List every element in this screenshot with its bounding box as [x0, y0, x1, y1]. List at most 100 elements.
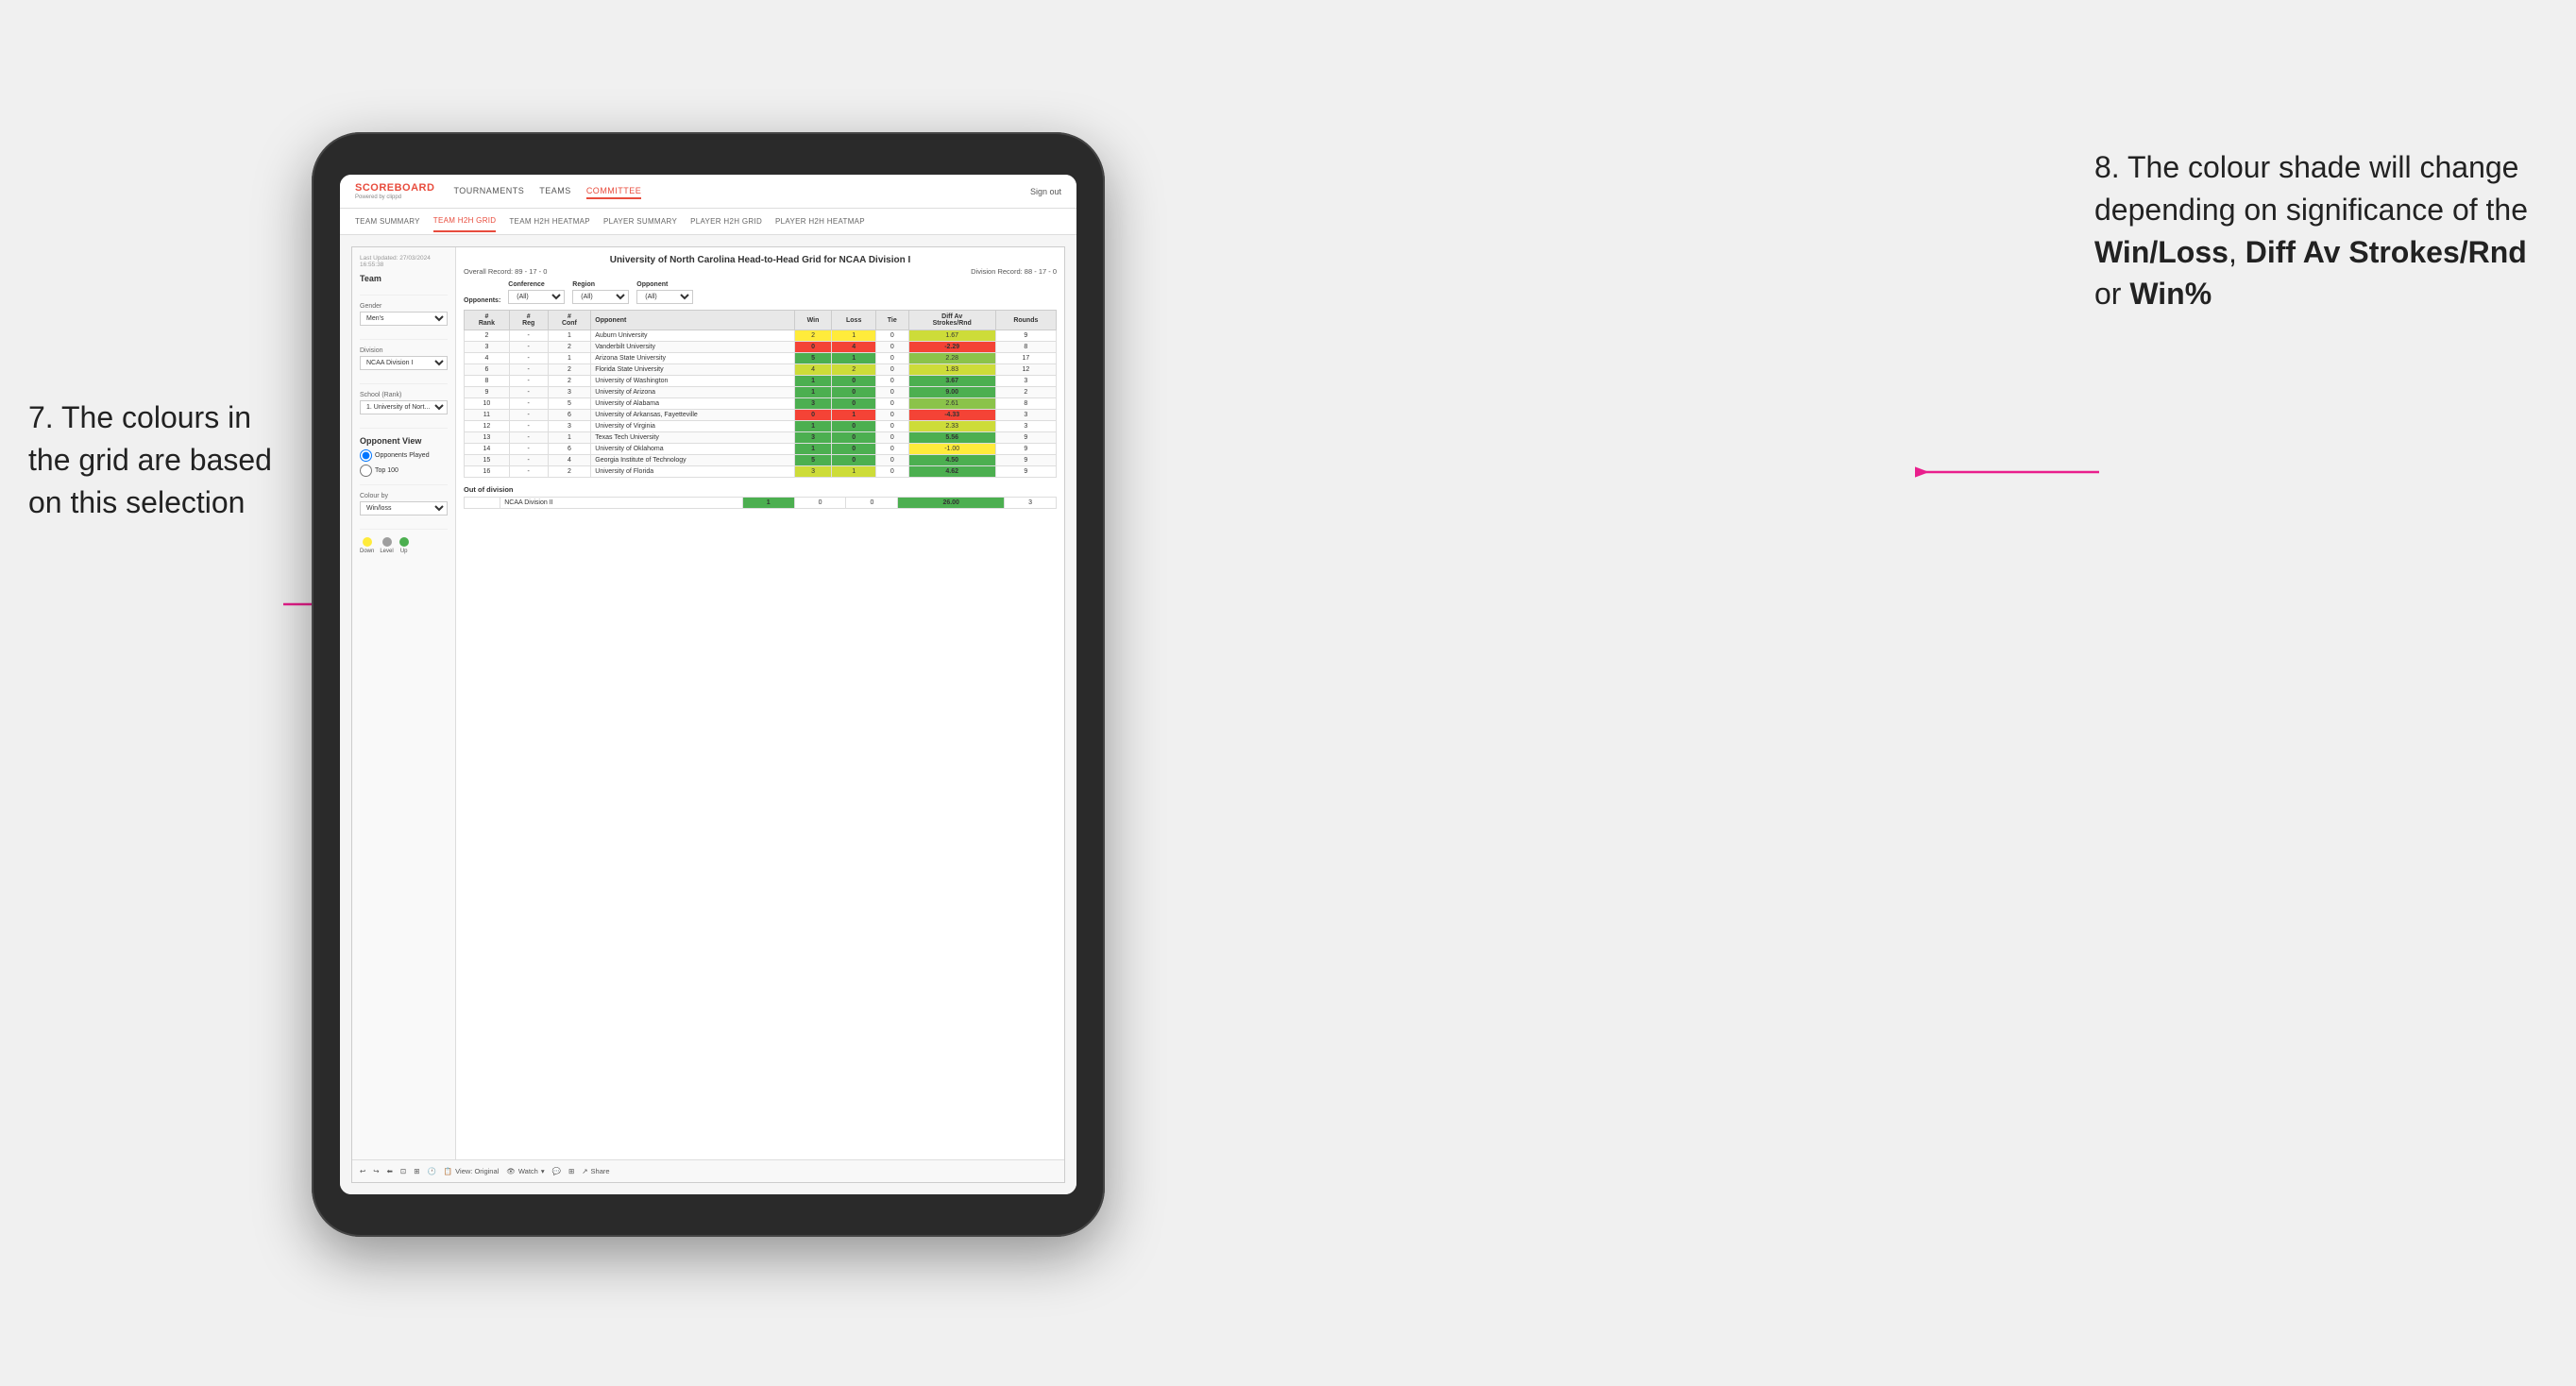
- grid-btn[interactable]: ⊞: [568, 1167, 574, 1175]
- gender-label: Gender: [360, 303, 448, 310]
- view-original-btn[interactable]: 📋 View: Original: [444, 1167, 499, 1175]
- legend-level-dot: [382, 537, 392, 547]
- sub-nav: TEAM SUMMARY TEAM H2H GRID TEAM H2H HEAT…: [340, 209, 1076, 235]
- timestamp: Last Updated: 27/03/2024 16:55:38: [360, 255, 448, 268]
- cell-win: 0: [794, 410, 832, 421]
- cell-win: 2: [794, 330, 832, 342]
- legend: Down Level Up: [360, 537, 448, 554]
- nav-committee[interactable]: COMMITTEE: [586, 184, 642, 199]
- table-row: 15 - 4 Georgia Institute of Technology 5…: [465, 455, 1057, 466]
- cell-conf: 1: [548, 330, 591, 342]
- cell-opponent: Florida State University: [591, 364, 794, 376]
- team-section: Team: [360, 274, 448, 296]
- cell-diff: -1.00: [908, 444, 995, 455]
- clock-btn[interactable]: 🕐: [427, 1167, 435, 1175]
- cell-win: 0: [794, 342, 832, 353]
- out-of-division: Out of division NCAA Division II 1 0 0: [464, 485, 1057, 509]
- legend-down-dot: [363, 537, 372, 547]
- table-header-row: #Rank #Reg #Conf Opponent Win Loss Tie D…: [465, 311, 1057, 330]
- sign-out-link[interactable]: Sign out: [1030, 187, 1061, 196]
- logo: SCOREBOARD Powered by clippd: [355, 182, 434, 199]
- cell-tie: 0: [875, 455, 908, 466]
- region-select[interactable]: (All): [572, 290, 629, 304]
- layout-btn[interactable]: ⊞: [414, 1167, 419, 1175]
- school-select[interactable]: 1. University of Nort...: [360, 400, 448, 414]
- grid-subtitle: Overall Record: 89 - 17 - 0 Division Rec…: [464, 267, 1057, 276]
- cell-win: 4: [794, 364, 832, 376]
- comment-btn[interactable]: 💬: [552, 1167, 561, 1175]
- undo-btn[interactable]: ↩: [360, 1167, 365, 1175]
- redo-btn[interactable]: ↪: [373, 1167, 379, 1175]
- legend-up-dot: [399, 537, 409, 547]
- cell-loss: 1: [832, 330, 875, 342]
- sidebar: Last Updated: 27/03/2024 16:55:38 Team G…: [352, 247, 456, 1159]
- colour-by-section: Colour by Win/loss: [360, 493, 448, 530]
- gender-section: Gender Men's: [360, 303, 448, 340]
- cell-diff: -4.33: [908, 410, 995, 421]
- out-of-division-table: NCAA Division II 1 0 0 26.00 3: [464, 497, 1057, 509]
- cell-opponent: Auburn University: [591, 330, 794, 342]
- cell-loss: 0: [832, 444, 875, 455]
- legend-up: Up: [399, 537, 409, 554]
- gender-select[interactable]: Men's: [360, 312, 448, 326]
- table-row: 6 - 2 Florida State University 4 2 0 1.8…: [465, 364, 1057, 376]
- cell-win: 1: [794, 387, 832, 398]
- cell-tie: 0: [875, 432, 908, 444]
- legend-level: Level: [380, 537, 393, 554]
- region-filter-label: Region: [572, 281, 629, 288]
- cell-opponent: University of Alabama: [591, 398, 794, 410]
- cell-rounds: 9: [995, 466, 1056, 478]
- subnav-team-summary[interactable]: TEAM SUMMARY: [355, 211, 420, 231]
- division-select[interactable]: NCAA Division I: [360, 356, 448, 370]
- cell-loss: 0: [832, 398, 875, 410]
- subnav-player-h2h-heatmap[interactable]: PLAYER H2H HEATMAP: [775, 211, 865, 231]
- filters-row: Opponents: Conference (All) Region (: [464, 281, 1057, 304]
- colour-by-select[interactable]: Win/loss: [360, 501, 448, 516]
- cell-rounds: 8: [995, 398, 1056, 410]
- cell-conf: 1: [548, 353, 591, 364]
- cell-tie: 0: [875, 342, 908, 353]
- watch-btn[interactable]: 👁 Watch ▾: [506, 1167, 544, 1175]
- cell-rank: 15: [465, 455, 510, 466]
- table-row: 11 - 6 University of Arkansas, Fayettevi…: [465, 410, 1057, 421]
- cell-opponent: Georgia Institute of Technology: [591, 455, 794, 466]
- share-btn[interactable]: ↗ Share: [582, 1167, 609, 1175]
- annotation-right: 8. The colour shade will change dependin…: [2094, 146, 2548, 315]
- subnav-team-h2h-heatmap[interactable]: TEAM H2H HEATMAP: [509, 211, 590, 231]
- cell-rounds: 8: [995, 342, 1056, 353]
- top-100-option[interactable]: Top 100: [360, 465, 448, 477]
- cell-opponent: University of Virginia: [591, 421, 794, 432]
- cell-win: 5: [794, 353, 832, 364]
- cell-win: 5: [794, 455, 832, 466]
- data-table: #Rank #Reg #Conf Opponent Win Loss Tie D…: [464, 310, 1057, 478]
- conference-select[interactable]: (All): [508, 290, 565, 304]
- ipad-screen: SCOREBOARD Powered by clippd TOURNAMENTS…: [340, 175, 1076, 1194]
- cell-diff: 4.50: [908, 455, 995, 466]
- nav-tournaments[interactable]: TOURNAMENTS: [453, 184, 524, 199]
- grid-title: University of North Carolina Head-to-Hea…: [464, 255, 1057, 265]
- col-opponent: Opponent: [591, 311, 794, 330]
- opponent-select[interactable]: (All): [636, 290, 693, 304]
- ood-loss: 0: [794, 498, 846, 509]
- opponents-played-option[interactable]: Opponents Played: [360, 449, 448, 462]
- crop-btn[interactable]: ⊡: [400, 1167, 406, 1175]
- back-btn[interactable]: ⬅: [387, 1167, 393, 1175]
- cell-win: 3: [794, 432, 832, 444]
- bold-win-loss: Win/Loss: [2094, 235, 2229, 269]
- nav-teams[interactable]: TEAMS: [539, 184, 571, 199]
- cell-loss: 1: [832, 353, 875, 364]
- cell-reg: -: [509, 421, 548, 432]
- table-row: 14 - 6 University of Oklahoma 1 0 0 -1.0…: [465, 444, 1057, 455]
- cell-conf: 4: [548, 455, 591, 466]
- subnav-player-summary[interactable]: PLAYER SUMMARY: [603, 211, 677, 231]
- cell-tie: 0: [875, 398, 908, 410]
- cell-win: 1: [794, 444, 832, 455]
- cell-diff: -2.29: [908, 342, 995, 353]
- bold-winpct: Win%: [2129, 277, 2212, 311]
- cell-win: 1: [794, 421, 832, 432]
- cell-opponent: Arizona State University: [591, 353, 794, 364]
- subnav-player-h2h-grid[interactable]: PLAYER H2H GRID: [690, 211, 762, 231]
- cell-loss: 1: [832, 466, 875, 478]
- ood-division: [465, 498, 500, 509]
- subnav-team-h2h-grid[interactable]: TEAM H2H GRID: [433, 211, 497, 232]
